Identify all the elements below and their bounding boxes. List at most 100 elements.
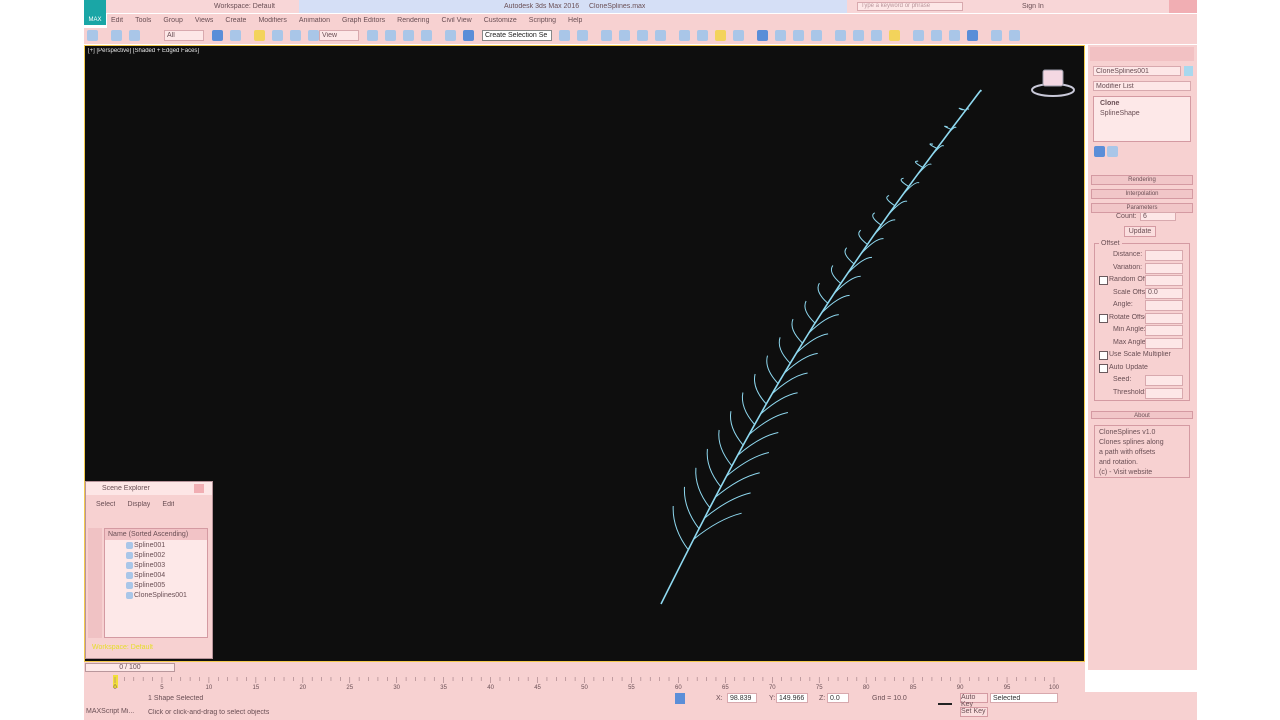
zoom-all-icon[interactable] bbox=[931, 30, 942, 41]
active-shade-icon[interactable] bbox=[871, 30, 882, 41]
menu-create[interactable]: Create bbox=[225, 17, 246, 24]
select-scale-icon[interactable] bbox=[403, 30, 414, 41]
menu-tools[interactable]: Tools bbox=[135, 17, 151, 24]
track-bar[interactable]: 0 5 10 15 20 25 30 35 40 45 50 55 60 65 70 75 80 85 90 95 10… bbox=[84, 674, 1085, 692]
select-move-icon[interactable] bbox=[367, 30, 378, 41]
param-spinner[interactable]: 0.0 bbox=[1145, 287, 1183, 299]
toggle-layer-icon[interactable] bbox=[697, 30, 708, 41]
y-coordinate-field[interactable]: 149.966 bbox=[776, 693, 808, 703]
reference-coordinate-dropdown[interactable]: View bbox=[319, 30, 359, 41]
snaps-icon[interactable] bbox=[559, 30, 570, 41]
field-of-view-icon[interactable] bbox=[949, 30, 960, 41]
viewport-navigation-icon[interactable] bbox=[889, 30, 900, 41]
stack-item-splineshape[interactable]: SplineShape bbox=[1100, 109, 1184, 119]
rendered-frame-icon[interactable] bbox=[811, 30, 822, 41]
param-spinner[interactable] bbox=[1145, 300, 1183, 311]
render-setup-icon[interactable] bbox=[793, 30, 804, 41]
menu-edit[interactable]: Edit bbox=[111, 17, 123, 24]
modifier-list-dropdown[interactable]: Modifier List bbox=[1093, 81, 1191, 91]
param-spinner[interactable] bbox=[1145, 275, 1183, 286]
param-checkbox[interactable] bbox=[1099, 313, 1108, 323]
sign-in-link[interactable]: Sign In bbox=[1022, 3, 1044, 10]
scene-explorer-footer[interactable]: Workspace: Default bbox=[92, 644, 153, 651]
named-selection-dropdown[interactable]: Create Selection Se bbox=[482, 30, 552, 41]
show-end-result-icon[interactable] bbox=[1107, 146, 1118, 157]
count-spinner[interactable]: 6 bbox=[1140, 212, 1176, 221]
param-spinner[interactable] bbox=[1145, 312, 1183, 324]
scene-item[interactable]: Spline003 bbox=[125, 561, 207, 571]
param-spinner[interactable] bbox=[1145, 337, 1183, 349]
scene-item[interactable]: Spline002 bbox=[125, 551, 207, 561]
param-spinner[interactable] bbox=[1145, 325, 1183, 336]
search-input[interactable]: Type a keyword or phrase bbox=[857, 2, 963, 11]
mirror-icon[interactable] bbox=[655, 30, 666, 41]
key-icon[interactable] bbox=[938, 697, 952, 705]
param-checkbox[interactable] bbox=[1099, 351, 1108, 360]
zoom-icon[interactable] bbox=[913, 30, 924, 41]
menu-scripting[interactable]: Scripting bbox=[529, 17, 556, 24]
maxscript-listener[interactable]: MAXScript Mi... bbox=[86, 708, 134, 715]
curve-editor-icon[interactable] bbox=[733, 30, 744, 41]
scene-item[interactable]: Spline004 bbox=[125, 571, 207, 581]
selection-filter-dropdown[interactable]: All bbox=[164, 30, 204, 41]
stack-item-clone[interactable]: Clone bbox=[1100, 99, 1184, 109]
menu-graph-editors[interactable]: Graph Editors bbox=[342, 17, 385, 24]
workspace-label[interactable]: Workspace: Default bbox=[214, 3, 275, 10]
edit-named-selection-icon[interactable] bbox=[637, 30, 648, 41]
rectangle-region-icon[interactable] bbox=[290, 30, 301, 41]
param-checkbox[interactable] bbox=[1099, 276, 1108, 285]
scene-item[interactable]: Spline001 bbox=[125, 541, 207, 551]
menu-animation[interactable]: Animation bbox=[299, 17, 330, 24]
pin-stack-icon[interactable] bbox=[1094, 146, 1105, 157]
param-spinner[interactable] bbox=[1145, 262, 1183, 274]
angle-snap-icon[interactable] bbox=[577, 30, 588, 41]
auto-key-button[interactable]: Auto Key bbox=[960, 693, 988, 708]
lock-selection-icon[interactable] bbox=[675, 693, 685, 704]
key-filter-dropdown[interactable]: Selected bbox=[990, 693, 1058, 703]
update-button[interactable]: Update bbox=[1124, 226, 1156, 237]
param-checkbox[interactable] bbox=[1099, 363, 1108, 373]
z-coordinate-field[interactable]: 0.0 bbox=[827, 693, 849, 703]
close-icon[interactable] bbox=[194, 484, 204, 493]
scene-explorer-titlebar[interactable]: Scene Explorer bbox=[86, 482, 212, 495]
link-icon[interactable] bbox=[129, 30, 140, 41]
material-editor-icon[interactable] bbox=[775, 30, 786, 41]
set-key-button[interactable]: Set Key bbox=[960, 707, 988, 717]
close-icon[interactable] bbox=[1169, 0, 1197, 13]
pan-icon[interactable] bbox=[967, 30, 978, 41]
about-rollout[interactable]: About bbox=[1091, 411, 1193, 419]
select-by-name-icon[interactable] bbox=[272, 30, 283, 41]
scene-explorer-tree[interactable]: Name (Sorted Ascending) Spline001 Spline0… bbox=[104, 528, 208, 638]
render-icon[interactable] bbox=[835, 30, 846, 41]
scene-item[interactable]: Spline005 bbox=[125, 581, 207, 591]
modifier-stack[interactable]: Clone SplineShape bbox=[1093, 96, 1191, 142]
render-iterative-icon[interactable] bbox=[853, 30, 864, 41]
scene-item[interactable]: CloneSplines001 bbox=[125, 591, 207, 601]
rollout-interpolation[interactable]: Interpolation bbox=[1091, 189, 1193, 199]
graphite-icon[interactable] bbox=[715, 30, 726, 41]
menu-modifiers[interactable]: Modifiers bbox=[258, 17, 286, 24]
maximize-icon[interactable] bbox=[1009, 30, 1020, 41]
select-rotate-icon[interactable] bbox=[385, 30, 396, 41]
schematic-icon[interactable] bbox=[757, 30, 768, 41]
unlink-icon[interactable] bbox=[212, 30, 223, 41]
menu-customize[interactable]: Customize bbox=[484, 17, 517, 24]
orbit-icon[interactable] bbox=[991, 30, 1002, 41]
menu-help[interactable]: Help bbox=[568, 17, 582, 24]
percent-snap-icon[interactable] bbox=[601, 30, 612, 41]
perspective-viewport[interactable]: [+] [Perspective] [Shaded + Edged Faces] bbox=[84, 45, 1085, 662]
align-icon[interactable] bbox=[679, 30, 690, 41]
object-color-swatch[interactable] bbox=[1184, 66, 1193, 76]
undo-icon[interactable] bbox=[87, 30, 98, 41]
time-slider[interactable]: 0 / 100 bbox=[84, 662, 1085, 674]
select-icon[interactable] bbox=[254, 30, 265, 41]
param-spinner[interactable] bbox=[1145, 387, 1183, 399]
rollout-rendering[interactable]: Rendering bbox=[1091, 175, 1193, 185]
app-logo[interactable]: MAX bbox=[84, 0, 106, 25]
bind-space-warp-icon[interactable] bbox=[230, 30, 241, 41]
window-crossing-icon[interactable] bbox=[308, 30, 319, 41]
scene-explorer-window[interactable]: Scene Explorer Select Display Edit Name (S… bbox=[85, 481, 213, 659]
select-manipulate-icon[interactable] bbox=[445, 30, 456, 41]
menu-civil-view[interactable]: Civil View bbox=[441, 17, 471, 24]
object-name-field[interactable]: CloneSplines001 bbox=[1093, 66, 1181, 76]
